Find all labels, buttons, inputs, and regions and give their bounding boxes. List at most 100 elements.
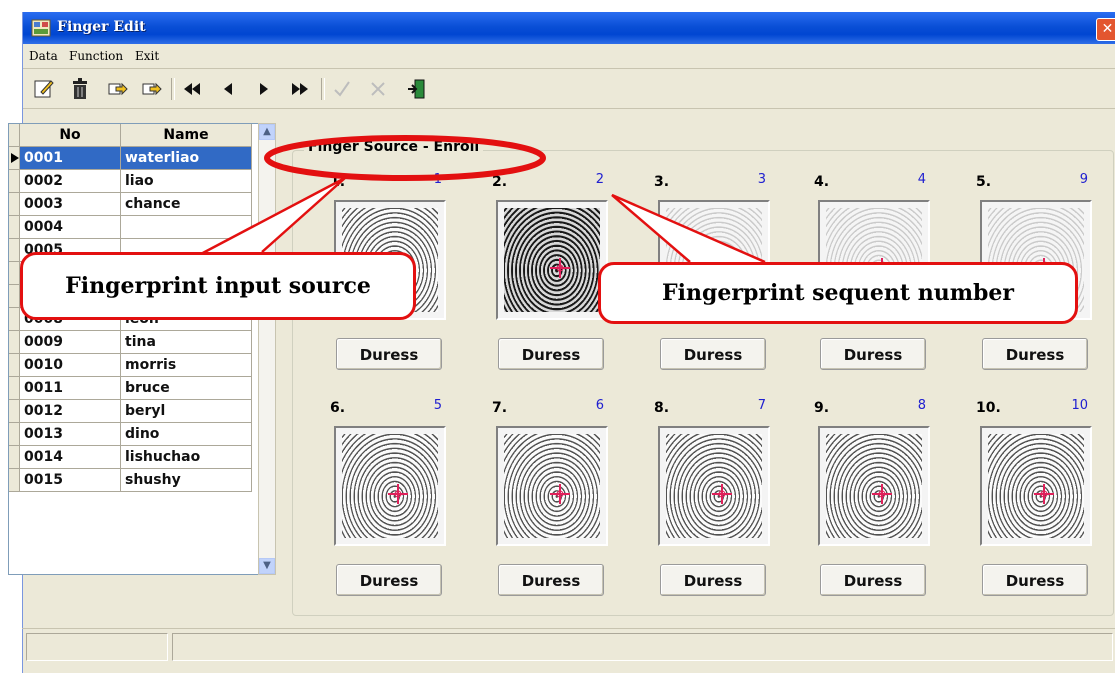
column-header-name[interactable]: Name [120, 124, 252, 147]
cell-name[interactable]: liao [120, 169, 252, 193]
first-record-button[interactable] [179, 76, 205, 102]
edit-icon [34, 80, 54, 98]
table-row[interactable]: 0012 beryl [9, 399, 252, 423]
table-row[interactable]: 0011 bruce [9, 376, 252, 400]
duress-button[interactable]: Duress [660, 338, 766, 370]
column-header-no[interactable]: No [19, 124, 121, 147]
cell-no[interactable]: 0001 [19, 146, 121, 170]
scroll-down-arrow[interactable]: ▼ [259, 558, 275, 574]
status-bar [22, 628, 1115, 662]
cell-name[interactable]: shushy [120, 468, 252, 492]
finger-label: 1. [330, 174, 346, 190]
table-row[interactable]: 0004 [9, 215, 252, 239]
table-row[interactable]: 0002 liao [9, 169, 252, 193]
cell-no[interactable]: 0003 [19, 192, 121, 216]
row-indicator [9, 399, 20, 423]
status-pane-2 [172, 633, 1113, 661]
duress-button[interactable]: Duress [820, 338, 926, 370]
export-button[interactable] [105, 76, 131, 102]
toolbar-separator [171, 78, 175, 100]
scroll-up-arrow[interactable]: ▲ [259, 124, 275, 140]
cell-no[interactable]: 0004 [19, 215, 121, 239]
cell-name[interactable]: bruce [120, 376, 252, 400]
row-indicator [9, 376, 20, 400]
next-record-button[interactable] [251, 76, 277, 102]
duress-button[interactable]: Duress [660, 564, 766, 596]
import-button[interactable] [139, 76, 165, 102]
cell-no[interactable]: 0002 [19, 169, 121, 193]
import-icon [142, 82, 162, 96]
table-row[interactable]: 0015 shushy [9, 468, 252, 492]
menu-bar: Data Function Exit [23, 46, 1115, 69]
finger-sequence-number: 3 [757, 172, 766, 187]
duress-button[interactable]: Duress [982, 564, 1088, 596]
cell-no[interactable]: 0010 [19, 353, 121, 377]
cell-name[interactable]: morris [120, 353, 252, 377]
fingerprint-image-box[interactable] [658, 426, 770, 546]
duress-button[interactable]: Duress [982, 338, 1088, 370]
status-pane-1 [26, 633, 168, 661]
duress-button[interactable]: Duress [820, 564, 926, 596]
cell-no[interactable]: 0012 [19, 399, 121, 423]
exit-button[interactable] [403, 76, 429, 102]
exit-icon [408, 79, 425, 99]
table-row[interactable]: 0001 waterliao [9, 146, 252, 170]
row-indicator [9, 261, 20, 285]
grid-header: No Name [9, 124, 252, 147]
edit-button[interactable] [31, 76, 57, 102]
app-icon [31, 19, 51, 37]
prev-record-button[interactable] [215, 76, 241, 102]
window-title: Finger Edit [57, 19, 146, 35]
cell-name[interactable]: tina [120, 330, 252, 354]
cell-name[interactable]: beryl [120, 399, 252, 423]
duress-button[interactable]: Duress [336, 564, 442, 596]
close-button[interactable]: ✕ [1096, 18, 1115, 41]
menu-data[interactable]: Data [29, 49, 58, 63]
table-row[interactable]: 0010 morris [9, 353, 252, 377]
finger-label: 3. [654, 174, 670, 190]
fingerprint-image-box[interactable] [496, 200, 608, 320]
crosshair-icon [1034, 484, 1054, 504]
cell-name[interactable]: lishuchao [120, 445, 252, 469]
cancel-button[interactable] [365, 76, 391, 102]
finger-sequence-number: 7 [757, 398, 766, 413]
cell-name[interactable]: chance [120, 192, 252, 216]
duress-button[interactable]: Duress [336, 338, 442, 370]
duress-button[interactable]: Duress [498, 564, 604, 596]
finger-sequence-number: 4 [917, 172, 926, 187]
finger-sequence-number: 2 [595, 172, 604, 187]
duress-button[interactable]: Duress [498, 338, 604, 370]
menu-exit[interactable]: Exit [135, 49, 159, 63]
cell-name[interactable] [120, 215, 252, 239]
sequence-callout: Fingerprint sequent number [598, 262, 1078, 324]
table-row[interactable]: 0013 dino [9, 422, 252, 446]
fingerprint-image-box[interactable] [980, 426, 1092, 546]
cell-name[interactable]: dino [120, 422, 252, 446]
table-row[interactable]: 0003 chance [9, 192, 252, 216]
prev-record-icon [224, 83, 232, 95]
table-row[interactable]: 0009 tina [9, 330, 252, 354]
confirm-button[interactable] [329, 76, 355, 102]
fingerprint-image-box[interactable] [496, 426, 608, 546]
cell-no[interactable]: 0014 [19, 445, 121, 469]
last-record-icon [292, 83, 308, 95]
fingerprint-image-box[interactable] [818, 426, 930, 546]
cell-name[interactable]: waterliao [120, 146, 252, 170]
source-callout: Fingerprint input source [20, 252, 416, 320]
table-row[interactable]: 0014 lishuchao [9, 445, 252, 469]
row-indicator [9, 330, 20, 354]
toolbar-separator [321, 78, 325, 100]
row-indicator [9, 353, 20, 377]
confirm-icon [334, 81, 350, 97]
last-record-button[interactable] [287, 76, 313, 102]
cell-no[interactable]: 0011 [19, 376, 121, 400]
cell-no[interactable]: 0009 [19, 330, 121, 354]
cell-no[interactable]: 0015 [19, 468, 121, 492]
fingerprint-image-box[interactable] [334, 426, 446, 546]
delete-button[interactable] [67, 76, 93, 102]
cell-no[interactable]: 0013 [19, 422, 121, 446]
menu-function[interactable]: Function [69, 49, 123, 63]
row-indicator [9, 146, 20, 170]
grid-scrollbar[interactable]: ▲ ▼ [258, 123, 276, 575]
record-grid: No Name 0001 waterliao 0002 liao 0003 chance 0… [8, 123, 260, 575]
